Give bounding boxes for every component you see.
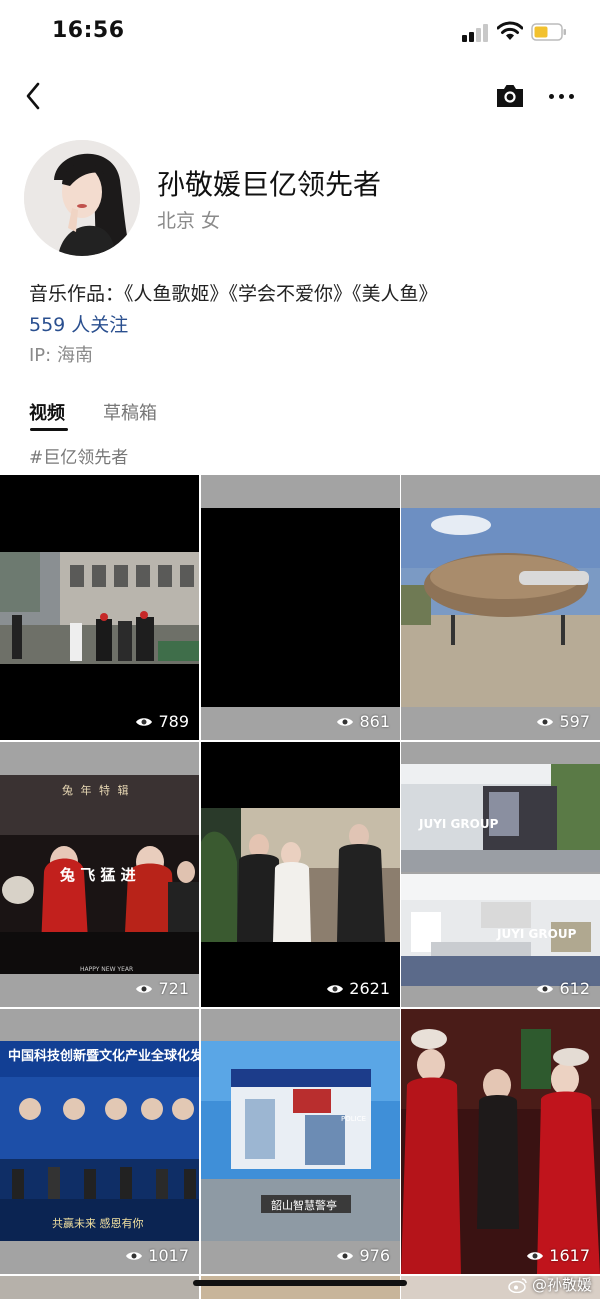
dot xyxy=(548,93,554,99)
eye-icon xyxy=(136,984,153,993)
eye-icon xyxy=(527,1251,544,1260)
profile-name: 孙敬媛巨亿领先者 xyxy=(157,168,382,201)
view-count: 861 xyxy=(336,712,390,731)
wifi-icon xyxy=(497,21,523,40)
forum-title: 中国科技创新暨文化产业全球化发展 xyxy=(8,1049,199,1064)
video-title-banner: 兔 年 特 辑 xyxy=(62,784,131,797)
video-thumbnail[interactable]: 1617 xyxy=(401,1009,600,1274)
eye-icon xyxy=(537,717,554,726)
view-count-value: 2621 xyxy=(349,979,390,998)
thumbnail-image xyxy=(401,1009,600,1274)
brand-label: JUYI GROUP xyxy=(419,817,499,831)
status-time: 16:56 xyxy=(52,18,125,43)
dot xyxy=(558,93,564,99)
avatar[interactable] xyxy=(24,140,140,256)
video-thumbnail[interactable]: 861 xyxy=(201,475,400,740)
view-count: 1617 xyxy=(526,1246,590,1265)
view-count-value: 976 xyxy=(359,1246,390,1265)
profile-location: 北京 女 xyxy=(157,210,221,232)
thumbnail-image xyxy=(0,475,199,740)
eye-icon xyxy=(136,717,153,726)
active-tab-indicator xyxy=(30,428,68,431)
view-count: 789 xyxy=(135,712,189,731)
brand-label: JUYI GROUP xyxy=(497,927,577,941)
view-count: 612 xyxy=(536,979,590,998)
tab-videos[interactable]: 视频 xyxy=(29,399,65,425)
watermark-text: @孙敬媛 xyxy=(532,1276,593,1294)
battery-icon xyxy=(531,23,566,41)
thumbnail-image xyxy=(201,475,400,740)
camera-button[interactable] xyxy=(494,80,526,112)
eye-icon xyxy=(537,984,554,993)
chevron-left-icon xyxy=(26,82,40,110)
following-count-link[interactable]: 559 人关注 xyxy=(29,310,128,337)
view-count: 721 xyxy=(135,979,189,998)
kiosk-caption: 韶山智慧警亭 xyxy=(271,1199,337,1212)
kiosk-sign: POLICE xyxy=(341,1115,367,1123)
thumbnail-image xyxy=(401,475,600,740)
view-count-value: 721 xyxy=(158,979,189,998)
view-count: 976 xyxy=(336,1246,390,1265)
video-thumbnail[interactable]: 789 xyxy=(0,475,199,740)
video-caption: 兔 飞 猛 进 xyxy=(60,866,136,884)
video-thumbnail[interactable]: JUYI GROUP JUYI GROUP 612 xyxy=(401,742,600,1007)
view-count-value: 861 xyxy=(359,712,390,731)
hashtag-filter[interactable]: #巨亿领先者 xyxy=(29,443,128,468)
view-count-value: 789 xyxy=(158,712,189,731)
video-grid: 789 861 597 兔 年 特 辑 兔 飞 猛 进 HAPPY NEW YE… xyxy=(0,475,600,1299)
video-thumbnail[interactable]: 2621 xyxy=(201,742,400,1007)
eye-icon xyxy=(337,717,354,726)
dot xyxy=(568,93,574,99)
view-count-value: 597 xyxy=(559,712,590,731)
view-count-value: 612 xyxy=(559,979,590,998)
video-thumbnail[interactable]: POLICE 韶山智慧警亭 976 xyxy=(201,1009,400,1274)
navigation-bar xyxy=(0,66,600,126)
cellular-signal-icon xyxy=(462,24,490,42)
view-count: 1017 xyxy=(125,1246,189,1265)
video-thumbnail[interactable]: 中国科技创新暨文化产业全球化发展 共赢未来 感恩有你 1017 xyxy=(0,1009,199,1274)
more-options-button[interactable] xyxy=(544,82,578,110)
eye-icon xyxy=(126,1251,143,1260)
profile-bio: 音乐作品：《人鱼歌姬》《学会不爱你》《美人鱼》 xyxy=(29,283,438,305)
forum-slogan: 共赢未来 感恩有你 xyxy=(52,1217,144,1230)
view-count-value: 1617 xyxy=(549,1246,590,1265)
thumbnail-image xyxy=(401,742,600,1007)
thumbnail-image xyxy=(201,742,400,1007)
video-thumbnail[interactable]: 597 xyxy=(401,475,600,740)
video-subtitle: HAPPY NEW YEAR xyxy=(80,966,134,973)
view-count: 2621 xyxy=(326,979,390,998)
tab-drafts[interactable]: 草稿箱 xyxy=(103,399,157,425)
eye-icon xyxy=(327,984,344,993)
view-count: 597 xyxy=(536,712,590,731)
home-indicator[interactable] xyxy=(193,1280,407,1286)
weibo-watermark: @孙敬媛 xyxy=(508,1274,592,1295)
view-count-value: 1017 xyxy=(148,1246,189,1265)
eye-icon xyxy=(337,1251,354,1260)
thumbnail-image xyxy=(201,1009,400,1274)
back-button[interactable] xyxy=(16,78,50,114)
avatar-portrait-image xyxy=(24,140,140,256)
weibo-logo-icon xyxy=(508,1277,527,1293)
video-thumbnail[interactable] xyxy=(0,1276,199,1299)
status-bar: 16:56 xyxy=(0,0,600,66)
video-thumbnail[interactable]: 兔 年 特 辑 兔 飞 猛 进 HAPPY NEW YEAR 721 xyxy=(0,742,199,1007)
ip-location: IP: 海南 xyxy=(29,345,93,366)
